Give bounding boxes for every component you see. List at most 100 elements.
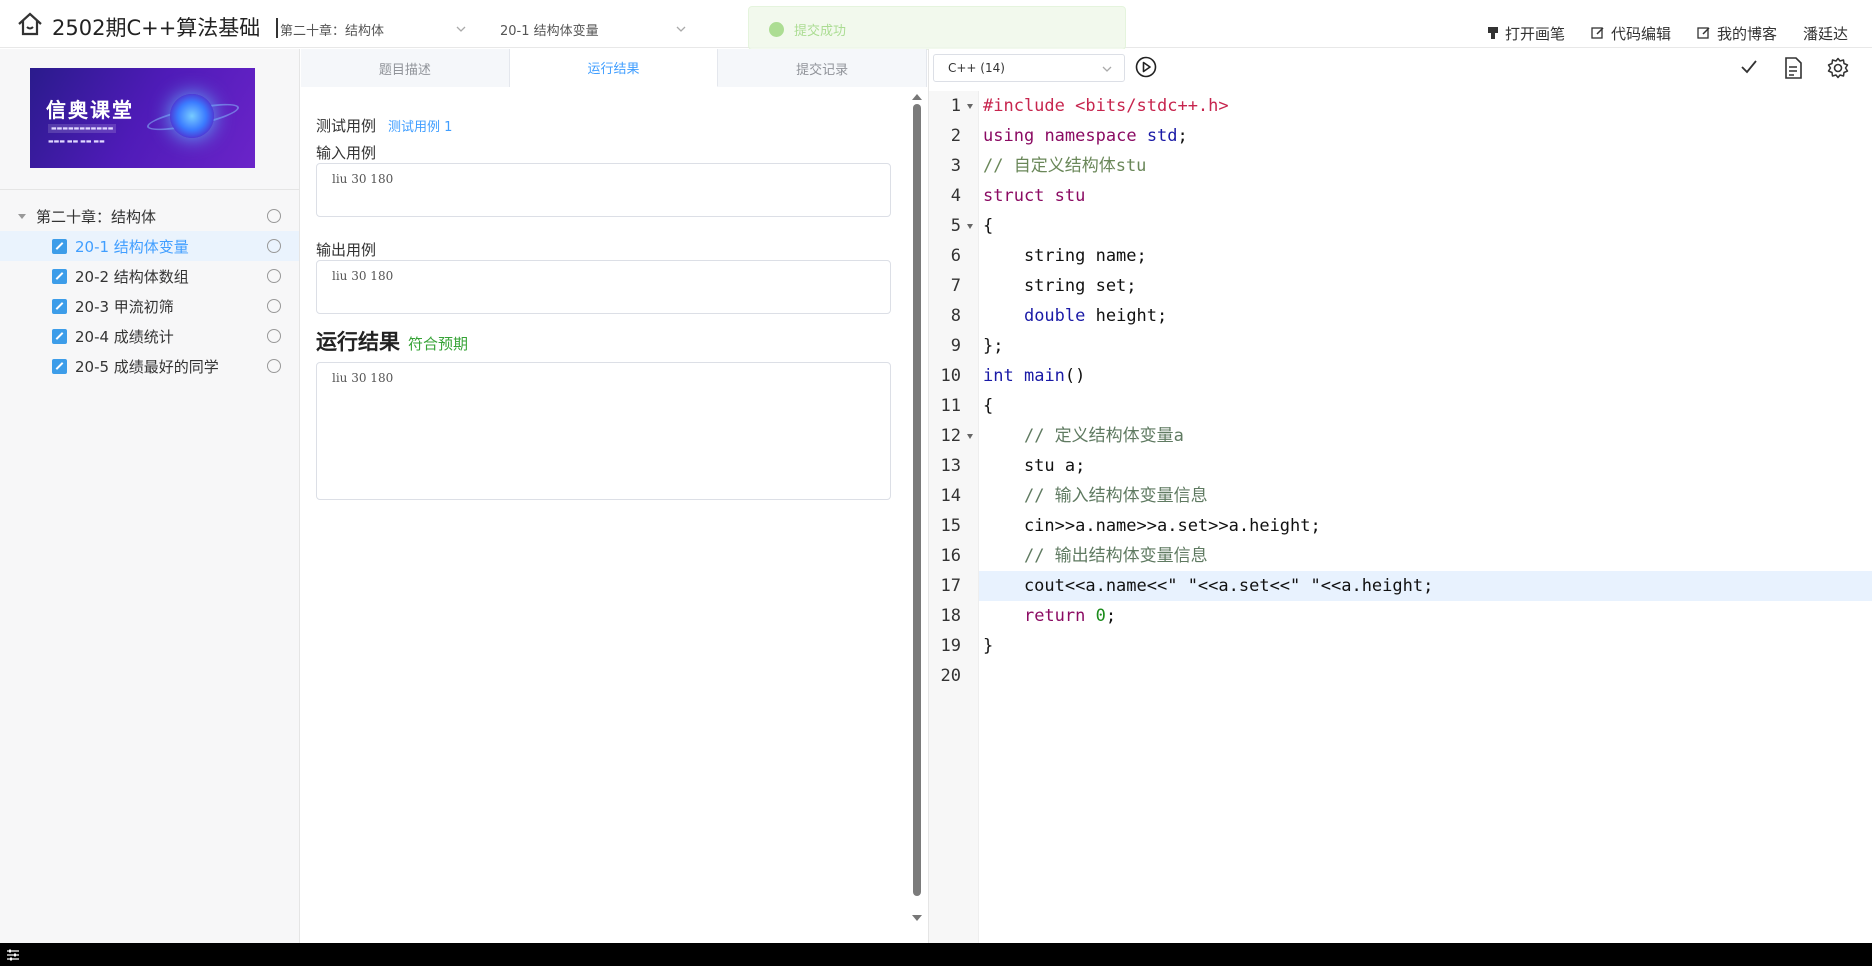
line-number: 16 xyxy=(940,546,961,566)
vertical-scrollbar[interactable] xyxy=(913,104,921,896)
line-number: 4 xyxy=(950,186,961,206)
code-line: // 输入结构体变量信息 xyxy=(1023,486,1208,506)
user-name[interactable]: 潘廷达 xyxy=(1803,23,1848,44)
tab-bar: 题目描述 运行结果 提交记录 xyxy=(301,49,928,87)
run-icon[interactable] xyxy=(1135,56,1157,78)
success-toast: 提交成功 xyxy=(748,6,1126,50)
course-banner: 信奥课堂 ▬▬▬▬▬▬▬▬▬▬▬ ▬▬▬ ▬▬ ▬▬ ▬▬ xyxy=(30,68,255,168)
code-icon xyxy=(52,298,67,314)
tree-item[interactable]: 20-5 成绩最好的同学 xyxy=(0,351,299,381)
tree-item[interactable]: 20-4 成绩统计 xyxy=(0,321,299,351)
check-icon[interactable] xyxy=(1739,57,1759,79)
open-brush-button[interactable]: 打开画笔 xyxy=(1487,23,1565,44)
chapter-select[interactable]: 第二十章：结构体 xyxy=(280,20,470,42)
testcase-link[interactable]: 测试用例 1 xyxy=(388,116,452,135)
run-result-title: 运行结果 xyxy=(316,330,400,354)
line-number: 10 xyxy=(940,366,961,386)
top-bar: 2502期C++算法基础 第二十章：结构体 20-1 结构体变量 提交成功 打开… xyxy=(0,0,1872,50)
status-circle-icon xyxy=(267,359,281,373)
status-circle-icon xyxy=(267,269,281,283)
line-number: 13 xyxy=(940,456,961,476)
top-actions: 打开画笔 代码编辑 我的博客 潘廷达 xyxy=(1487,22,1872,44)
output-box: liu 30 180 xyxy=(316,260,891,314)
section-select[interactable]: 20-1 结构体变量 xyxy=(500,20,690,42)
scroll-down-arrow[interactable] xyxy=(912,915,922,921)
code-line: struct stu xyxy=(983,186,1086,206)
line-number: 15 xyxy=(940,516,961,536)
code-line: string set; xyxy=(983,276,1137,296)
line-number: 3 xyxy=(950,156,961,176)
code-icon xyxy=(52,328,67,344)
code-line: { xyxy=(983,216,994,236)
code-line: string name; xyxy=(983,246,1147,266)
line-number: 17 xyxy=(940,576,961,596)
fold-marker-icon[interactable] xyxy=(967,224,973,229)
tree-item[interactable]: 20-1 结构体变量 xyxy=(0,231,299,261)
line-number: 7 xyxy=(950,276,961,296)
status-circle-icon xyxy=(267,209,281,223)
line-number: 6 xyxy=(950,246,961,266)
tree-item[interactable]: 20-3 甲流初筛 xyxy=(0,291,299,321)
tree-item-label: 20-2 结构体数组 xyxy=(75,267,189,286)
edit-icon xyxy=(1697,27,1710,39)
fold-marker-icon[interactable] xyxy=(967,104,973,109)
section-select-value: 20-1 结构体变量 xyxy=(500,24,599,39)
language-value: C++ (14) xyxy=(948,61,1005,75)
code-edit-button[interactable]: 代码编辑 xyxy=(1591,23,1671,44)
my-blog-button[interactable]: 我的博客 xyxy=(1697,23,1777,44)
document-icon[interactable] xyxy=(1783,57,1803,79)
testcase-label: 测试用例 xyxy=(316,117,377,135)
chapter-select-value: 第二十章：结构体 xyxy=(280,24,385,39)
tree-item-label: 20-1 结构体变量 xyxy=(75,237,189,256)
editor-toolbar: C++ (14) xyxy=(929,49,1872,87)
line-number: 20 xyxy=(940,666,961,686)
code-line: using namespace std; xyxy=(983,126,1188,146)
input-label: 输入用例 xyxy=(316,144,377,162)
code-line: return 0; xyxy=(1023,606,1117,626)
chevron-down-icon xyxy=(456,26,466,32)
banner-subtitle-2: ▬▬▬ ▬▬ ▬▬ ▬▬ xyxy=(48,138,105,145)
line-number: 2 xyxy=(950,126,961,146)
scroll-up-arrow[interactable] xyxy=(912,94,922,100)
tab-description[interactable]: 题目描述 xyxy=(301,49,510,87)
line-number: 11 xyxy=(940,396,961,416)
gear-icon[interactable] xyxy=(1827,57,1849,79)
status-circle-icon xyxy=(267,329,281,343)
line-number: 14 xyxy=(940,486,961,506)
tab-submissions[interactable]: 提交记录 xyxy=(718,49,928,87)
banner-title: 信奥课堂 xyxy=(46,98,134,122)
bottom-bar xyxy=(0,943,1872,966)
chapter-tree: 第二十章：结构体 20-1 结构体变量 20-2 结构体数组 20-3 甲流初筛… xyxy=(0,201,299,381)
testcase-row: 测试用例 测试用例 1 xyxy=(316,115,891,136)
course-sidebar: 信奥课堂 ▬▬▬▬▬▬▬▬▬▬▬ ▬▬▬ ▬▬ ▬▬ ▬▬ 第二十章：结构体 2… xyxy=(0,49,300,943)
my-blog-label: 我的博客 xyxy=(1716,24,1777,43)
text-caret xyxy=(276,18,278,38)
banner-planet xyxy=(170,94,214,138)
code-line: // 定义结构体变量a xyxy=(1023,426,1184,446)
fold-marker-icon[interactable] xyxy=(967,434,973,439)
line-number-gutter: 1 2 3 4 5 6 7 8 9 10 11 12 13 14 15 16 1… xyxy=(929,91,979,943)
sliders-icon[interactable] xyxy=(6,949,20,961)
code-line: // 自定义结构体stu xyxy=(983,156,1147,176)
tree-chapter-label: 第二十章：结构体 xyxy=(36,207,157,226)
language-select[interactable]: C++ (14) xyxy=(933,54,1125,82)
code-line: // 输出结构体变量信息 xyxy=(1023,546,1208,566)
run-output-box: liu 30 180 xyxy=(316,362,891,500)
line-number: 12 xyxy=(940,426,961,446)
banner-subtitle: ▬▬▬▬▬▬▬▬▬▬▬ xyxy=(48,124,117,133)
line-number: 9 xyxy=(950,336,961,356)
line-number: 18 xyxy=(940,606,961,626)
tree-item[interactable]: 20-2 结构体数组 xyxy=(0,261,299,291)
code-line: cin>>a.name>>a.set>>a.height; xyxy=(983,516,1321,536)
tree-chapter[interactable]: 第二十章：结构体 xyxy=(0,201,299,231)
code-line: }; xyxy=(983,336,1004,356)
code-line: #include <bits/stdc++.h> xyxy=(983,96,1229,116)
run-result-heading: 运行结果 符合预期 xyxy=(316,326,891,356)
code-icon xyxy=(52,268,67,284)
open-brush-label: 打开画笔 xyxy=(1504,24,1565,43)
tab-run-result[interactable]: 运行结果 xyxy=(509,49,719,87)
edit-icon xyxy=(1591,27,1604,39)
home-icon[interactable] xyxy=(16,11,44,37)
code-area[interactable]: #include <bits/stdc++.h> using namespace… xyxy=(979,91,1872,943)
